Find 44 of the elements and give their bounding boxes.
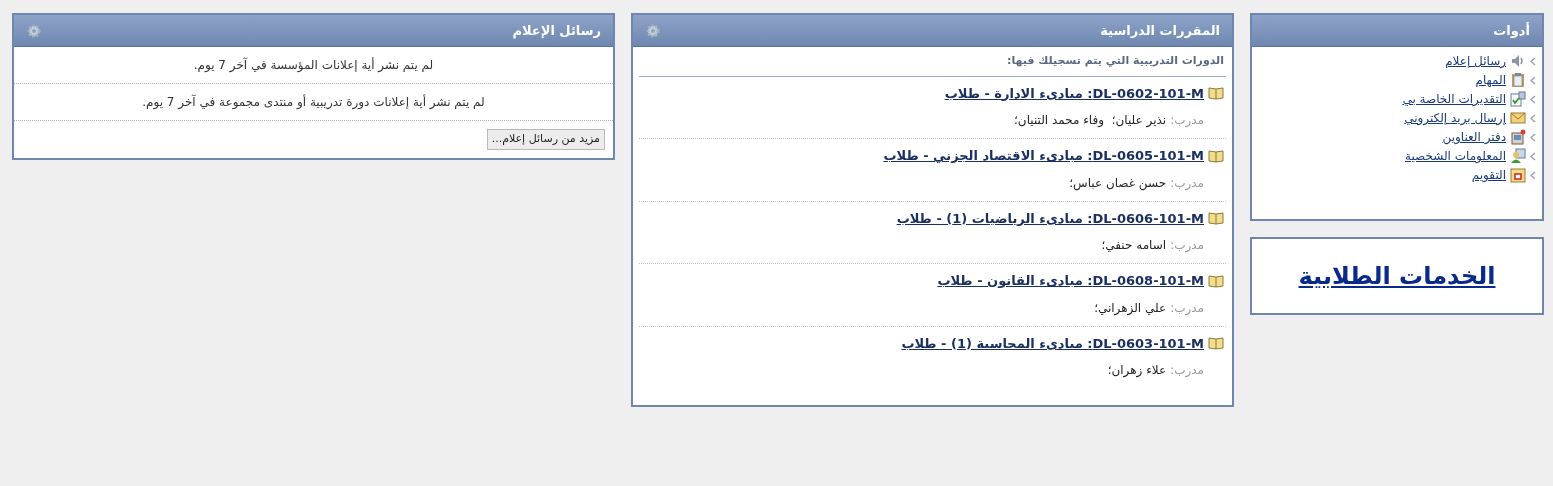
tool-link[interactable]: التقويم [1471,167,1506,183]
courses-subtitle: الدورات التدريبية التي يتم تسجيلك فيها: [639,47,1226,77]
instructor-label: مدرب: [1170,112,1204,129]
tool-link[interactable]: المهام [1475,72,1506,88]
more-announcements-button[interactable]: مزيد من رسائل إعلام... [486,129,605,150]
tool-link[interactable]: المعلومات الشخصية [1405,148,1506,164]
settings-icon[interactable] [645,22,661,39]
course-link[interactable]: DL-0608-101-M: مبادىء القانون - طلاب [937,271,1204,291]
instructor-names: علاء زهران؛ [1107,362,1167,379]
book-icon [1208,211,1224,226]
instructor-label: مدرب: [1170,299,1204,317]
instructor-names: اسامه حنفي؛ [1101,237,1167,254]
book-icon [1208,148,1224,163]
announcement-message: لم يتم نشر أية إعلانات دورة تدريبية أو منتدى مجموعة في آخر 7 يوم. [142,95,485,109]
instructor-names: علي الزهراني؛ [1094,299,1167,317]
settings-icon[interactable] [26,22,42,39]
tool-link[interactable]: التقديرات الخاصة بي [1402,91,1506,107]
instructor-names: نذير عليان؛ وفاء محمد التنيان؛ [1014,112,1167,129]
book-icon [1208,86,1224,101]
course-link[interactable]: DL-0606-101-M: مبادىء الرياضيات (1) - طلاب [896,208,1204,228]
book-icon [1208,273,1224,288]
checklist-icon [1510,91,1526,107]
panel-title: أدوات [1493,21,1530,40]
course-link[interactable]: DL-0602-101-M: مبادىء الادارة - طلاب [944,83,1204,103]
clipboard-icon [1510,72,1526,88]
book-icon [1208,336,1224,351]
instructor-label: مدرب: [1170,174,1204,192]
instructor-label: مدرب: [1170,237,1204,254]
instructor-names: حسن غصان عباس؛ [1069,174,1167,192]
course-link[interactable]: DL-0605-101-M: مبادىء الاقتصاد الجزني - طلاب [883,146,1204,166]
announcement-message: لم يتم نشر أية إعلانات المؤسسة في آخر 7 يوم. [193,58,434,72]
tool-link[interactable]: إرسال بريد إلكتروني [1404,110,1506,126]
course-link[interactable]: DL-0603-101-M: مبادىء المحاسبة (1) - طلاب [901,333,1204,353]
envelope-icon [1510,110,1526,126]
panel-title: رسائل الإعلام [512,21,601,41]
person-icon [1510,148,1526,164]
address-book-icon [1510,129,1526,145]
instructor-label: مدرب: [1170,362,1204,379]
tool-link[interactable]: دفتر العناوين [1442,129,1506,145]
calendar-icon [1510,167,1526,183]
student-services-link[interactable]: الخدمات الطلابية [1298,258,1496,294]
speaker-icon [1510,53,1526,69]
panel-title: المقررات الدراسية [1100,21,1220,40]
tool-link[interactable]: رسائل إعلام [1445,53,1506,69]
